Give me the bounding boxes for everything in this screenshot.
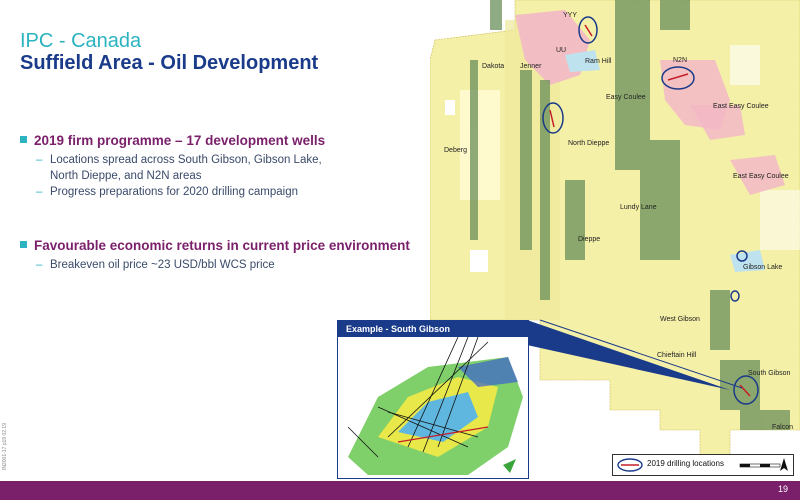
- bullet-sub: – Progress preparations for 2020 drilling…: [36, 186, 299, 198]
- map-label-lundy-lane: Lundy Lane: [620, 204, 657, 211]
- map-label-east-easy-coulee: East Easy Coulee: [713, 103, 769, 110]
- bullet-item: 2019 firm programme – 17 development wel…: [20, 133, 420, 200]
- bullet-sub: – Locations spread across South Gibson, G…: [36, 154, 322, 166]
- bullet-square-icon: [20, 136, 27, 143]
- inset-title: Example - South Gibson: [338, 321, 528, 337]
- bullet-item: Favourable economic returns in current p…: [20, 238, 420, 273]
- map-label-jenner: Jenner: [520, 63, 542, 70]
- dash-icon: –: [36, 186, 43, 198]
- bullet-heading: 2019 firm programme – 17 development wel…: [20, 133, 420, 148]
- map-label-yyy: YYY: [563, 12, 578, 19]
- page-number: 19: [777, 484, 788, 494]
- page-title-line1: IPC - Canada: [20, 30, 142, 52]
- bullet-list: 2019 firm programme – 17 development wel…: [20, 133, 420, 273]
- map-legend: 2019 drilling locations: [612, 454, 794, 476]
- footer-bar: 19: [0, 481, 800, 500]
- map-label-ram-hill: Ram Hill: [585, 58, 612, 65]
- map-label-north-dieppe: North Dieppe: [568, 140, 610, 147]
- bullet-sub-continued: North Dieppe, and N2N areas: [50, 170, 202, 182]
- inset-south-gibson: Example - South Gibson: [337, 320, 529, 479]
- document-code: IN2001-17 p19 02.19: [2, 423, 8, 470]
- north-arrow-icon: [780, 458, 788, 471]
- dash-icon: –: [36, 154, 43, 166]
- map-label-dakota: Dakota: [482, 63, 505, 70]
- bullet-sub: – Breakeven oil price ~23 USD/bbl WCS pri…: [36, 259, 275, 271]
- map-label-dieppe: Dieppe: [578, 236, 601, 243]
- map-label-uu: UU: [556, 47, 567, 54]
- drilling-location-icon: [617, 458, 643, 472]
- map-label-falcon: Falcon: [772, 424, 794, 431]
- map-label-chieftain-hill: Chieftain Hill: [657, 352, 697, 359]
- map-label-west-gibson: West Gibson: [660, 316, 700, 323]
- map-label-easy-coulee: Easy Coulee: [606, 94, 646, 101]
- inset-3d-graphic: [347, 337, 523, 475]
- bullet-square-icon: [20, 241, 27, 248]
- map-label-south-gibson: South Gibson: [748, 370, 791, 377]
- map-label-deberg: Deberg: [444, 147, 467, 154]
- legend-label: 2019 drilling locations: [647, 459, 724, 468]
- map-label-gibson-lake: Gibson Lake: [743, 264, 783, 271]
- bullet-heading: Favourable economic returns in current p…: [20, 238, 420, 253]
- page-title-line2: Suffield Area - Oil Development: [20, 52, 319, 74]
- dash-icon: –: [36, 259, 43, 271]
- map-label-n2n: N2N: [673, 57, 688, 64]
- map-label-east-easy-coulee-2: East Easy Coulee: [733, 173, 789, 180]
